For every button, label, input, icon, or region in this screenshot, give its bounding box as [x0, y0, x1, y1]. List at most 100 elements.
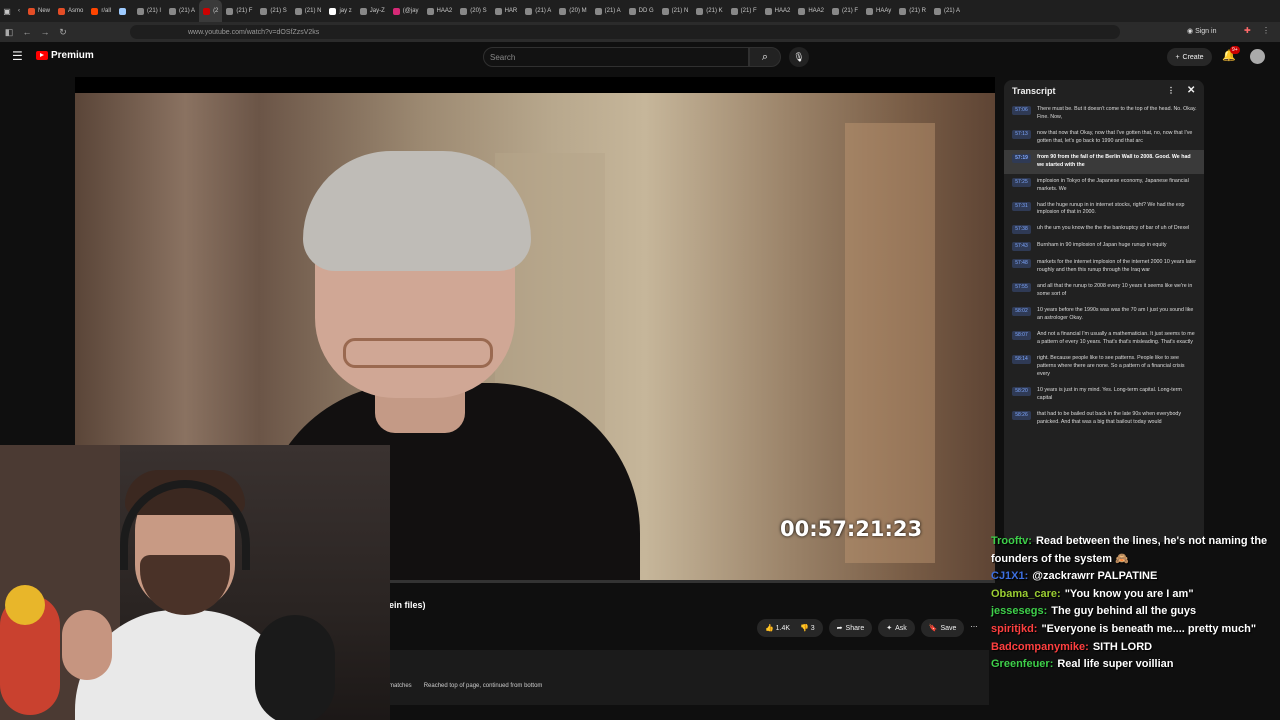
browser-tab[interactable]: (21) I	[133, 0, 165, 22]
segment-text: implosion in Tokyo of the Japanese econo…	[1037, 177, 1189, 192]
transcript-segment[interactable]: 57:43 Burnham in 90 implosion of Japan hu…	[1004, 238, 1204, 255]
browser-tab[interactable]: r/all	[87, 0, 115, 22]
tab-favicon-icon	[392, 7, 400, 15]
search-input[interactable]: Search	[483, 47, 749, 67]
browser-tab[interactable]: (21) A	[930, 0, 964, 22]
tab-label: (21) N	[304, 8, 322, 14]
tab-label: (20) S	[470, 8, 487, 14]
browser-tab[interactable]: jay z	[325, 0, 355, 22]
transcript-segment[interactable]: 58:07 And not a financial I'm usually a m…	[1004, 327, 1204, 351]
tab-favicon-icon	[866, 7, 874, 15]
transcript-segment[interactable]: 58:02 10 years before the 1990s was was t…	[1004, 303, 1204, 327]
browser-tab[interactable]: (20) M	[555, 0, 590, 22]
tab-favicon-icon	[594, 7, 602, 15]
transcript-segment[interactable]: 57:55 and all that the runup to 2008 ever…	[1004, 279, 1204, 303]
like-button[interactable]: 👍 1.4K	[765, 624, 790, 632]
browser-tab[interactable]: (21) K	[692, 0, 726, 22]
browser-tab[interactable]: (21) F	[828, 0, 862, 22]
sparkle-icon: ✦	[886, 625, 893, 632]
sidebar-toggle-icon[interactable]: ◧	[0, 27, 18, 38]
browser-menu-icon[interactable]: ▣	[0, 7, 14, 16]
chat-username: Greenfeuer:	[991, 658, 1054, 671]
signin-link[interactable]: ◉ Sign in	[1187, 27, 1216, 35]
browser-tab[interactable]: Jay-Z	[356, 0, 389, 22]
tab-favicon-icon	[696, 7, 704, 15]
browser-tab[interactable]: (21) F	[222, 0, 256, 22]
ask-button[interactable]: ✦ Ask	[878, 619, 915, 637]
transcript-segment[interactable]: 57:13 now that now that Okay, now that I'…	[1004, 126, 1204, 150]
transcript-segment[interactable]: 57:31 had the huge runup in in internet s…	[1004, 198, 1204, 222]
chat-username: CJ1X1:	[991, 570, 1029, 583]
transcript-segment[interactable]: 57:06 There must be. But it doesn't come …	[1004, 102, 1204, 126]
share-button[interactable]: ➦ Share	[828, 619, 873, 637]
browser-tab[interactable]: (21) A	[165, 0, 199, 22]
reload-icon[interactable]: ↻	[54, 27, 72, 38]
browser-tab[interactable]: (21) F	[727, 0, 761, 22]
transcript-segment[interactable]: 58:26 that had to be bailed out back in t…	[1004, 407, 1204, 431]
browser-tab[interactable]: Asmo	[54, 0, 87, 22]
browser-tab[interactable]: HAA2	[423, 0, 457, 22]
url-field[interactable]: www.youtube.com/watch?v=dOSfZzsV2ks	[130, 25, 1120, 39]
tab-label: (21) R	[909, 8, 926, 14]
segment-timestamp: 58:07	[1012, 331, 1031, 340]
youtube-masthead: ☰ Premium Search ⌕ 🎙 + Create 🔔 9+	[0, 42, 1280, 72]
voice-search-button[interactable]: 🎙	[789, 47, 809, 67]
find-status-row: matches Reached top of page, continued f…	[389, 683, 542, 689]
tab-favicon-icon	[329, 7, 337, 15]
browser-tab[interactable]: (21) N	[291, 0, 326, 22]
tab-favicon-icon	[119, 7, 127, 15]
browser-tab[interactable]: HAR	[491, 0, 522, 22]
segment-timestamp: 57:06	[1012, 106, 1031, 115]
browser-tab[interactable]: New	[24, 0, 54, 22]
browser-tab[interactable]: (21) S	[256, 0, 290, 22]
tab-label: (21) N	[671, 8, 689, 14]
transcript-segment[interactable]: 58:20 10 years is just in my mind. Yes. L…	[1004, 383, 1204, 407]
tab-favicon-icon	[764, 7, 772, 15]
browser-tab[interactable]: HAA2	[761, 0, 795, 22]
transcript-more-icon[interactable]: ⋮	[1167, 86, 1175, 95]
forward-icon[interactable]: →	[36, 27, 54, 37]
tab-scroll-left-icon[interactable]: ‹	[14, 8, 24, 14]
avatar[interactable]	[1250, 49, 1265, 64]
burned-in-timecode: 00:57:21:23	[780, 517, 923, 541]
save-button[interactable]: 🔖 Save	[920, 619, 965, 637]
browser-tab[interactable]	[115, 0, 133, 22]
tab-favicon-icon	[525, 7, 533, 15]
tab-favicon-icon	[28, 7, 35, 15]
back-icon[interactable]: ←	[18, 27, 36, 37]
browser-tab[interactable]: (@jay	[389, 0, 423, 22]
youtube-logo[interactable]: Premium	[36, 50, 94, 61]
browser-tab[interactable]: (21) A	[591, 0, 625, 22]
dislike-button[interactable]: 👎 3	[800, 624, 815, 632]
browser-tab[interactable]: (21) N	[658, 0, 693, 22]
tab-label: Jay-Z	[369, 8, 385, 14]
transcript-title: Transcript	[1012, 86, 1056, 96]
extensions-icon[interactable]: ✚	[1244, 26, 1251, 35]
browser-tab[interactable]: HAA2	[794, 0, 828, 22]
youtube-play-icon	[36, 51, 48, 60]
tab-favicon-icon	[730, 7, 738, 15]
transcript-segment[interactable]: 57:19 from 90 from the fall of the Berlin…	[1004, 149, 1204, 174]
browser-tab[interactable]: (20) S	[456, 0, 490, 22]
search-button[interactable]: ⌕	[749, 47, 781, 67]
browser-menu-more-icon[interactable]: ⋮	[1262, 26, 1270, 35]
create-button[interactable]: + Create	[1167, 48, 1212, 66]
transcript-segment[interactable]: 57:48 markets for the internet implosion …	[1004, 255, 1204, 279]
segment-text: right. Because people like to see patter…	[1037, 354, 1185, 377]
browser-tab[interactable]: (2	[199, 0, 223, 22]
chat-username: Trooftv:	[991, 535, 1032, 547]
browser-tab[interactable]: DD G	[625, 0, 658, 22]
subject-hair	[303, 151, 531, 271]
browser-tab[interactable]: (21) A	[521, 0, 555, 22]
guide-menu-icon[interactable]: ☰	[12, 49, 23, 63]
transcript-segment[interactable]: 57:38 uh the um you know the the the bank…	[1004, 221, 1204, 238]
browser-tab[interactable]: HAAy	[862, 0, 895, 22]
close-icon[interactable]: ✕	[1187, 85, 1195, 96]
transcript-segment[interactable]: 58:14 right. Because people like to see p…	[1004, 351, 1204, 383]
transcript-segment[interactable]: 57:25 implosion in Tokyo of the Japanese …	[1004, 174, 1204, 198]
more-actions-icon[interactable]: ⋯	[970, 619, 977, 637]
tab-favicon-icon	[628, 7, 636, 15]
segment-text: There must be. But it doesn't come to th…	[1037, 106, 1197, 120]
browser-tab[interactable]: (21) R	[895, 0, 930, 22]
segment-timestamp: 58:26	[1012, 410, 1031, 420]
